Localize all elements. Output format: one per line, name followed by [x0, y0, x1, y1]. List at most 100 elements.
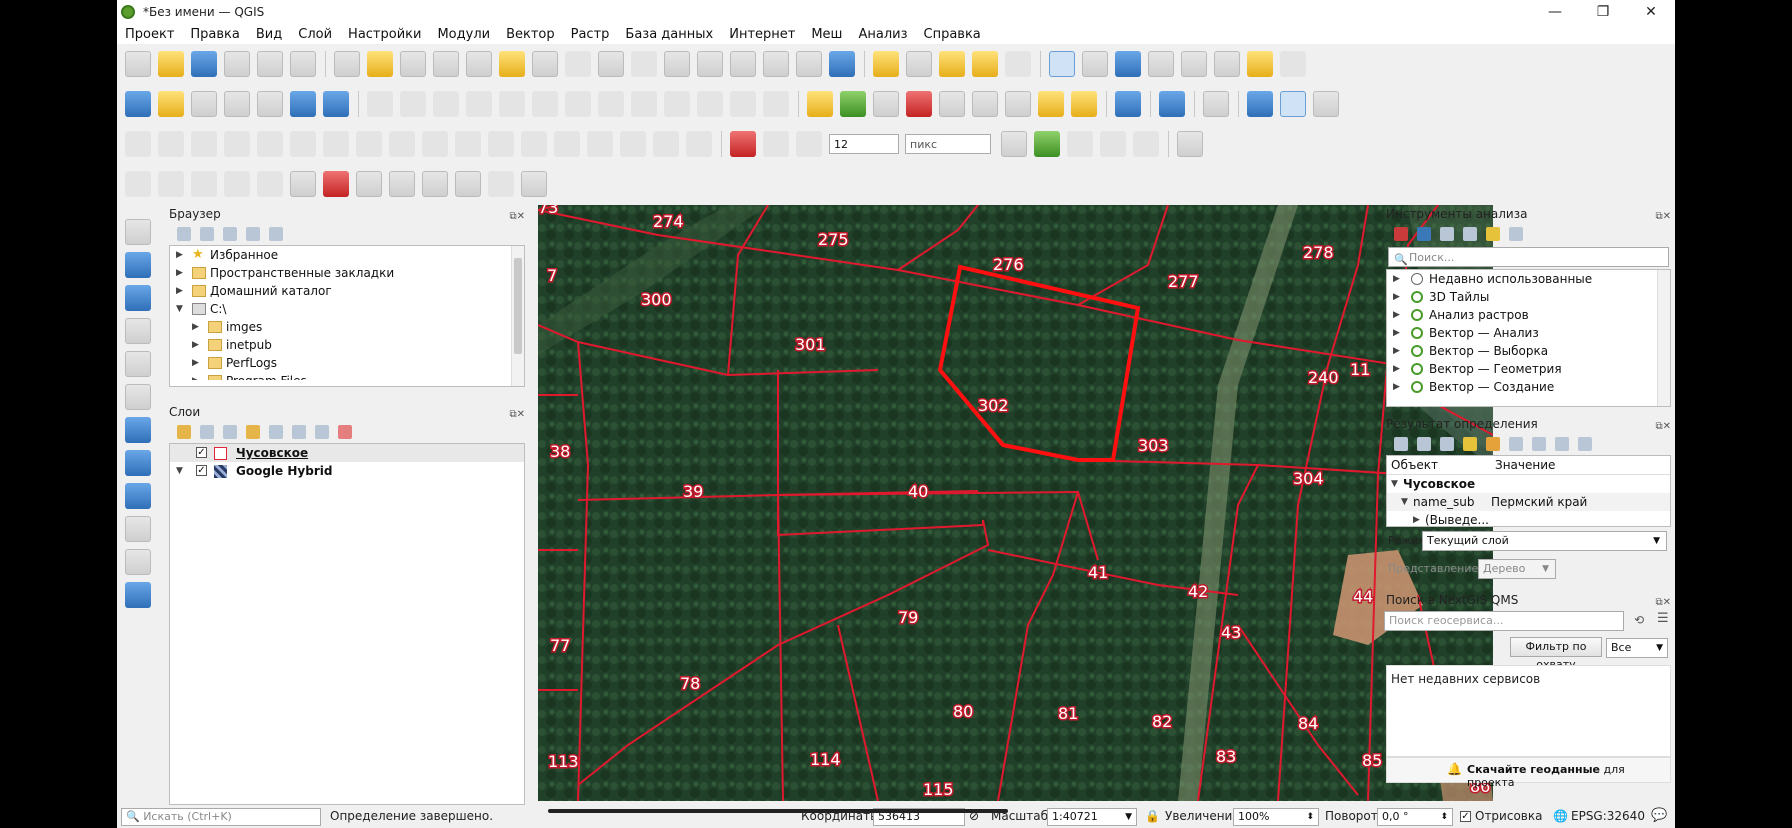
delete-ring-icon[interactable] [323, 131, 349, 157]
models-icon[interactable] [1394, 227, 1408, 241]
layout-manager-icon[interactable] [257, 51, 283, 77]
settings-gear-icon[interactable] [1280, 51, 1306, 77]
expand-new-icon[interactable] [1440, 437, 1454, 451]
layer-item-chusovskoe[interactable]: ✓ Чусовское [170, 444, 524, 462]
layer-item-google-hybrid[interactable]: ▼ ✓ Google Hybrid [170, 462, 524, 480]
map-tips-icon[interactable] [1247, 51, 1273, 77]
diagram-icon[interactable] [840, 91, 866, 117]
locator-search-input[interactable]: 🔍 Искать (Ctrl+K) [121, 808, 321, 826]
shape-polygon-icon[interactable] [224, 171, 250, 197]
deselect-icon[interactable] [939, 51, 965, 77]
analysis-item-raster-analysis[interactable]: ▶ Анализ растров [1387, 306, 1670, 324]
add-wcs-icon[interactable] [125, 483, 151, 509]
identify-field-row[interactable]: ▼ name_sub Пермский край [1387, 493, 1670, 511]
panel-float-close-icon[interactable]: ⧉✕ [509, 208, 525, 226]
add-line-icon[interactable] [466, 91, 492, 117]
analysis-item-recent[interactable]: ▶ Недавно использованные [1387, 270, 1670, 288]
render-checkbox[interactable]: ✓ [1460, 811, 1471, 822]
menu-project[interactable]: Проект [117, 27, 182, 42]
menu-help[interactable]: Справка [916, 27, 989, 42]
add-ring-icon[interactable] [224, 131, 250, 157]
panel-float-close-icon[interactable]: ⧉✕ [509, 406, 525, 424]
manage-themes-eye-icon[interactable] [223, 425, 237, 439]
menu-analysis[interactable]: Анализ [850, 27, 915, 42]
panel-float-close-icon[interactable]: ⧉✕ [1655, 208, 1671, 226]
world-globe-icon[interactable] [1247, 91, 1273, 117]
style-manager-icon[interactable] [290, 51, 316, 77]
field-calculator-icon[interactable] [1181, 51, 1207, 77]
undo-icon[interactable] [730, 91, 756, 117]
tree-item-c-drive[interactable]: ▼ C:\ [170, 300, 524, 318]
processing-toolbox-icon[interactable] [1115, 51, 1141, 77]
shape-regular-icon[interactable] [257, 171, 283, 197]
offset-symbols-icon[interactable] [620, 131, 646, 157]
new-geopackage-icon[interactable] [158, 91, 184, 117]
attribute-table-icon[interactable] [1082, 51, 1108, 77]
crs-label[interactable]: EPSG:32640 [1571, 809, 1645, 823]
extent-icon[interactable] [422, 171, 448, 197]
browser-scrollbar[interactable] [511, 246, 524, 386]
select-by-value-icon[interactable] [906, 51, 932, 77]
add-polygon-icon[interactable] [499, 91, 525, 117]
tree-item-bookmarks[interactable]: ▶ Пространственные закладки [170, 264, 524, 282]
print-icon[interactable] [1532, 437, 1546, 451]
expand-icon[interactable] [1394, 437, 1408, 451]
add-gpx-icon[interactable] [125, 351, 151, 377]
self-snapping-icon[interactable] [1067, 131, 1093, 157]
menu-vector[interactable]: Вектор [498, 27, 563, 42]
rotate-label-icon[interactable] [1038, 91, 1064, 117]
tree-item-inetpub[interactable]: ▶ inetpub [170, 336, 524, 354]
identify-view-select[interactable]: Дерево ▼ [1478, 559, 1556, 579]
georeferencer-icon[interactable] [290, 171, 316, 197]
cut-features-icon[interactable] [631, 91, 657, 117]
zoom-in-icon[interactable] [400, 51, 426, 77]
bookmark-icon[interactable] [730, 51, 756, 77]
add-mesh-icon[interactable] [125, 285, 151, 311]
save-edits-icon[interactable] [433, 91, 459, 117]
minimize-button[interactable]: — [1531, 0, 1579, 24]
qms-search-input[interactable]: Поиск геосервиса... [1384, 611, 1624, 631]
pan-to-selection-icon[interactable] [367, 51, 393, 77]
options-wrench-icon[interactable] [1509, 227, 1523, 241]
layer-visibility-checkbox[interactable]: ✓ [196, 465, 207, 476]
add-wms-icon[interactable] [125, 450, 151, 476]
tracing-icon[interactable] [1133, 131, 1159, 157]
menu-edit[interactable]: Правка [182, 27, 247, 42]
menu-settings[interactable]: Настройки [340, 27, 429, 42]
add-vector-layer-icon[interactable] [191, 91, 217, 117]
avoid-overlap-icon[interactable] [1100, 131, 1126, 157]
maximize-button[interactable]: ❐ [1579, 0, 1627, 24]
label-pin-icon[interactable] [873, 91, 899, 117]
analysis-item-vector-selection[interactable]: ▶ Вектор — Выборка [1387, 342, 1670, 360]
trim-extend-icon[interactable] [686, 131, 712, 157]
reverse-line-icon[interactable] [653, 131, 679, 157]
map-canvas[interactable]: 274 275 276 277 278 7 300 301 302 303 24… [538, 205, 1493, 801]
add-postgis-icon[interactable] [125, 417, 151, 443]
expand-all-icon[interactable] [292, 425, 306, 439]
magnifier-input[interactable]: 100% ⬍ [1233, 808, 1319, 826]
layer-visibility-checkbox[interactable]: ✓ [196, 447, 207, 458]
identify-mode-select[interactable]: Текущий слой ▼ [1422, 531, 1667, 551]
change-label-icon[interactable] [1071, 91, 1097, 117]
globe-grid-icon[interactable] [455, 171, 481, 197]
delete-selected-icon[interactable] [598, 91, 624, 117]
snapping-intersection-icon[interactable] [1034, 131, 1060, 157]
measure-icon[interactable] [1214, 51, 1240, 77]
zoom-to-coordinate-icon[interactable] [356, 171, 382, 197]
zoom-to-selection-icon[interactable] [499, 51, 525, 77]
close-button[interactable]: ✕ [1627, 0, 1675, 24]
nextgis-icon[interactable] [1313, 91, 1339, 117]
fill-ring-icon[interactable] [290, 131, 316, 157]
snap-units-select[interactable]: пикс [905, 134, 991, 154]
lock-scale-icon[interactable]: 🔒 [1145, 809, 1160, 823]
shape-rectangle-icon[interactable] [125, 171, 151, 197]
tree-item-favorites[interactable]: ▶ ★ Избранное [170, 246, 524, 264]
qms-download-banner[interactable]: 🔔 Скачайте геоданные для проекта [1386, 757, 1671, 789]
show-bookmarks-icon[interactable] [763, 51, 789, 77]
zoom-native-icon[interactable] [565, 51, 591, 77]
add-raster-icon[interactable] [290, 91, 316, 117]
pin-labels-icon[interactable] [939, 91, 965, 117]
menu-web[interactable]: Интернет [721, 27, 803, 42]
add-vector-icon[interactable] [125, 219, 151, 245]
identify-layer-row[interactable]: ▼ Чусовское [1387, 475, 1670, 493]
